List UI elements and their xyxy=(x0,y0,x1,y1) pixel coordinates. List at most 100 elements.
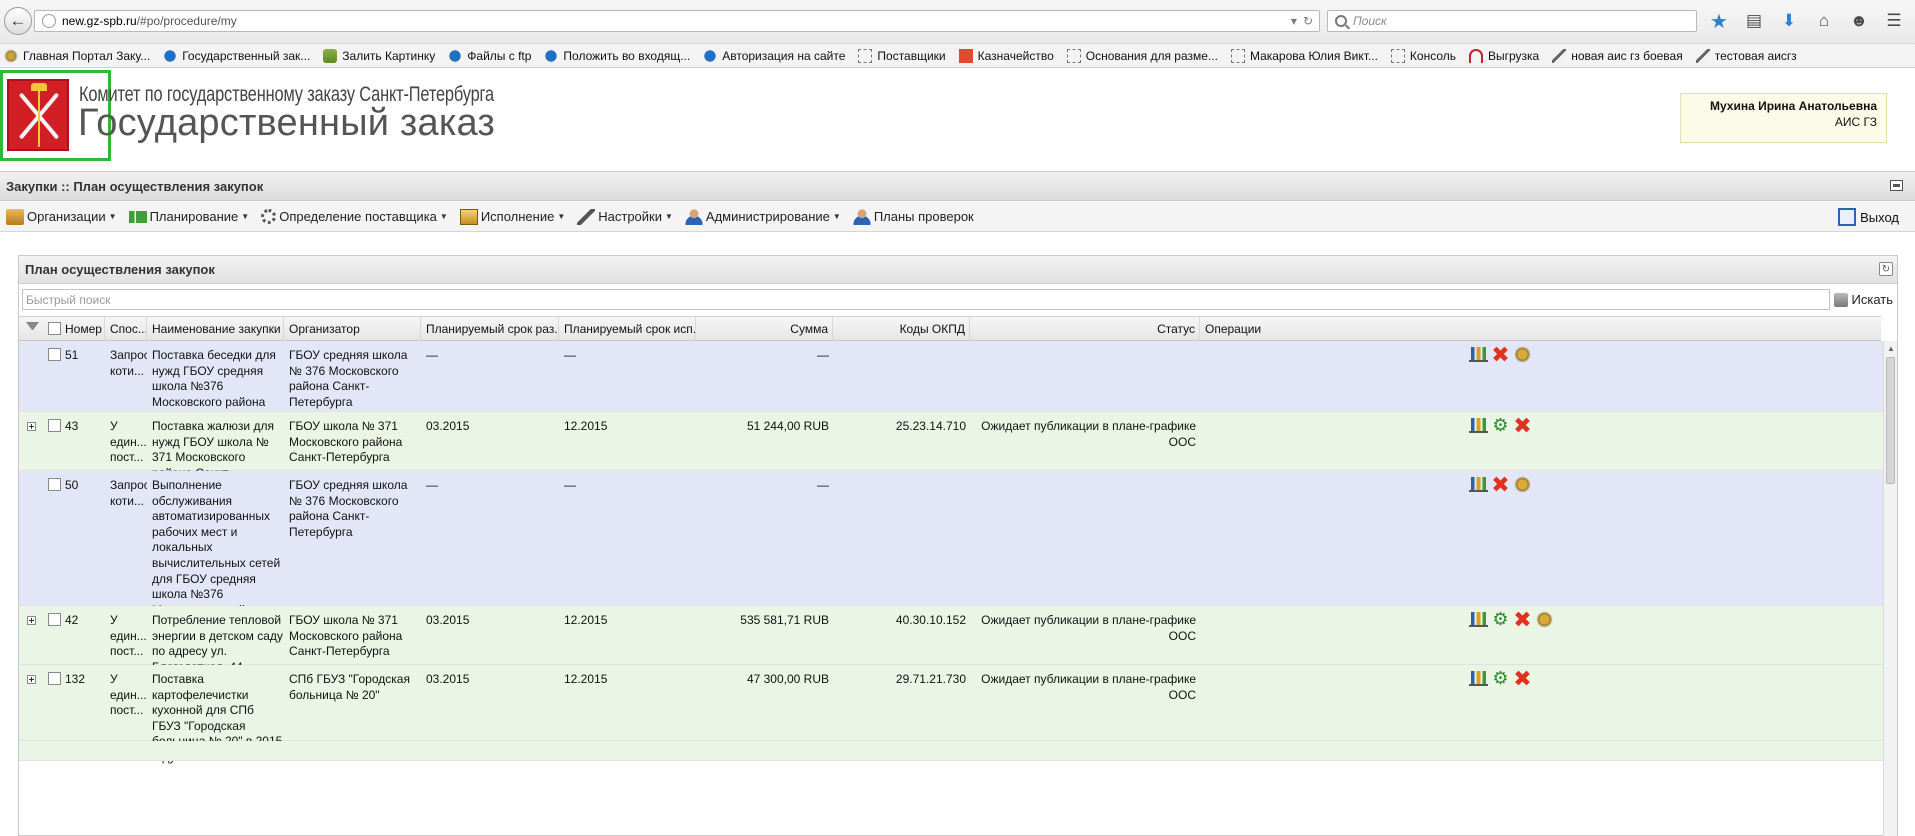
bookmark-item[interactable]: Казначейство xyxy=(958,48,1054,63)
menu-item-label: Организации xyxy=(27,209,106,224)
browser-search-box[interactable]: Поиск xyxy=(1327,10,1697,32)
delete-icon[interactable]: ✖ xyxy=(1491,474,1510,496)
quick-search-input[interactable] xyxy=(22,289,1830,310)
cell-placement-date: 03.2015 xyxy=(426,672,470,686)
gear-icon[interactable]: ⚙ xyxy=(1491,669,1510,688)
caret-down-icon: ▼ xyxy=(108,212,117,221)
chart-icon[interactable] xyxy=(1469,671,1488,686)
table-row[interactable] xyxy=(19,741,1886,761)
bookmark-item[interactable]: Выгрузка xyxy=(1469,48,1539,63)
gear-icon[interactable]: ⚙ xyxy=(1491,610,1510,629)
bookmarks-list-icon[interactable]: ▤ xyxy=(1743,10,1765,32)
find-icon xyxy=(1833,292,1848,307)
bookmark-item[interactable]: Главная Портал Заку... xyxy=(4,48,150,63)
bookmark-item[interactable]: Авторизация на сайте xyxy=(703,48,846,63)
cell-okpd: 40.30.10.152 xyxy=(895,613,966,627)
caret-down-icon: ▼ xyxy=(557,212,566,221)
menu-item-label: Планирование xyxy=(149,209,239,224)
cell-sum: — xyxy=(817,478,829,492)
delete-icon[interactable]: ✖ xyxy=(1513,609,1532,631)
bookmark-item[interactable]: Государственный зак... xyxy=(163,48,311,63)
find-button[interactable]: Искать xyxy=(1833,289,1893,310)
col-number[interactable]: Номер xyxy=(60,317,105,341)
bookmark-label: Консоль xyxy=(1409,48,1456,63)
cloud-icon xyxy=(323,48,338,63)
delete-icon[interactable]: ✖ xyxy=(1513,415,1532,437)
bookmark-item[interactable]: Макарова Юлия Викт... xyxy=(1230,48,1378,63)
table-row[interactable]: 132 У един... пост... Поставка картофелечи… xyxy=(19,665,1886,764)
chart-icon[interactable] xyxy=(1469,347,1488,362)
downloads-icon[interactable]: ⬇ xyxy=(1778,10,1800,32)
spb-coat-of-arms-icon[interactable] xyxy=(7,79,69,151)
menu-item-label: Настройки xyxy=(598,209,662,224)
collapse-icon[interactable] xyxy=(1890,180,1903,191)
bookmark-item[interactable]: Основания для разме... xyxy=(1066,48,1218,63)
col-organizer[interactable]: Организатор xyxy=(284,317,421,341)
panel-title: План осуществления закупок xyxy=(25,262,215,277)
menu-item[interactable]: Исполнение ▼ xyxy=(459,208,566,225)
bookmark-item[interactable]: Консоль xyxy=(1390,48,1456,63)
menu-item[interactable]: Организации ▼ xyxy=(6,208,117,225)
bookmark-label: Авторизация на сайте xyxy=(722,48,846,63)
table-row[interactable]: 50 Запрос коти... Выполнение обслуживания … xyxy=(19,471,1886,632)
cell-method: У един... пост... xyxy=(110,613,147,659)
expand-row-icon[interactable] xyxy=(27,616,36,625)
col-status[interactable]: Статус xyxy=(970,317,1200,341)
table-row[interactable]: 42 У един... пост... Потребление тепловой … xyxy=(19,606,1886,674)
menu-item[interactable]: Планирование ▼ xyxy=(128,209,249,224)
globe-icon xyxy=(42,14,56,28)
gear-icon[interactable]: ⚙ xyxy=(1491,416,1510,435)
col-name[interactable]: Наименование закупки xyxy=(147,317,284,341)
col-execution-date[interactable]: Планируемый срок исп... xyxy=(559,317,696,341)
logout-button[interactable]: Выход xyxy=(1838,208,1899,226)
filter-icon[interactable] xyxy=(26,322,39,335)
eagle-icon[interactable] xyxy=(1513,345,1532,364)
menu-item[interactable]: Определение поставщика ▼ xyxy=(261,209,448,224)
expand-row-icon[interactable] xyxy=(27,422,36,431)
table-row[interactable]: 51 Запрос коти... Поставка беседки для нуж… xyxy=(19,341,1886,424)
bookmark-item[interactable]: Файлы с ftp xyxy=(448,48,531,63)
menu-icon[interactable]: ☰ xyxy=(1883,10,1905,32)
eagle-icon[interactable] xyxy=(1535,610,1554,629)
back-button[interactable]: ← xyxy=(4,7,32,35)
reload-icon[interactable]: ↻ xyxy=(1303,14,1313,28)
col-method[interactable]: Спос... xyxy=(105,317,147,341)
menu-item[interactable]: Настройки ▼ xyxy=(577,208,673,225)
bookmark-star-icon[interactable]: ★ xyxy=(1708,10,1730,33)
cell-organizer: ГБОУ средняя школа № 376 Московского рай… xyxy=(289,478,408,539)
col-placement-date[interactable]: Планируемый срок раз... xyxy=(421,317,559,341)
delete-icon[interactable]: ✖ xyxy=(1491,344,1510,366)
bookmark-label: Государственный зак... xyxy=(182,48,311,63)
chart-icon[interactable] xyxy=(1469,612,1488,627)
chart-icon[interactable] xyxy=(1469,477,1488,492)
scroll-up-icon[interactable]: ▲ xyxy=(1887,344,1895,353)
refresh-icon[interactable]: ↻ xyxy=(1879,262,1893,276)
grid-body: 51 Запрос коти... Поставка беседки для нуж… xyxy=(19,341,1886,836)
address-bar[interactable]: new.gz-spb.ru/#po/procedure/my ▾ ↻ xyxy=(34,10,1320,32)
bookmark-item[interactable]: Положить во входящ... xyxy=(544,48,690,63)
expand-row-icon[interactable] xyxy=(27,675,36,684)
cell-number: 50 xyxy=(65,478,79,492)
caret-down-icon: ▼ xyxy=(665,212,673,221)
chart-icon[interactable] xyxy=(1469,418,1488,433)
dropdown-arrow-icon[interactable]: ▾ xyxy=(1291,14,1297,28)
bookmark-item[interactable]: Залить Картинку xyxy=(323,48,435,63)
table-row[interactable]: 43 У един... пост... Поставка жалюзи для н… xyxy=(19,412,1886,495)
browser-toolbar: ← new.gz-spb.ru/#po/procedure/my ▾ ↻ Пои… xyxy=(0,0,1915,44)
col-okpd[interactable]: Коды ОКПД xyxy=(833,317,970,341)
bookmark-label: тестовая аисгз xyxy=(1714,48,1797,63)
eagle-icon[interactable] xyxy=(1513,475,1532,494)
home-icon[interactable]: ⌂ xyxy=(1813,10,1835,32)
menu-item[interactable]: Планы проверок xyxy=(852,208,974,225)
bookmark-item[interactable]: новая аис гз боевая xyxy=(1552,48,1683,63)
cell-placement-date: 03.2015 xyxy=(426,613,470,627)
bookmark-item[interactable]: Поставщики xyxy=(858,48,946,63)
vertical-scrollbar[interactable]: ▲ xyxy=(1883,341,1897,836)
delete-icon[interactable]: ✖ xyxy=(1513,668,1532,690)
col-sum[interactable]: Сумма xyxy=(696,317,833,341)
menu-item[interactable]: Администрирование ▼ xyxy=(684,208,841,225)
bookmark-item[interactable]: тестовая аисгз xyxy=(1695,48,1797,63)
search-icon xyxy=(1335,15,1347,27)
scroll-thumb[interactable] xyxy=(1886,357,1895,484)
chat-icon[interactable]: ☻ xyxy=(1848,10,1870,32)
